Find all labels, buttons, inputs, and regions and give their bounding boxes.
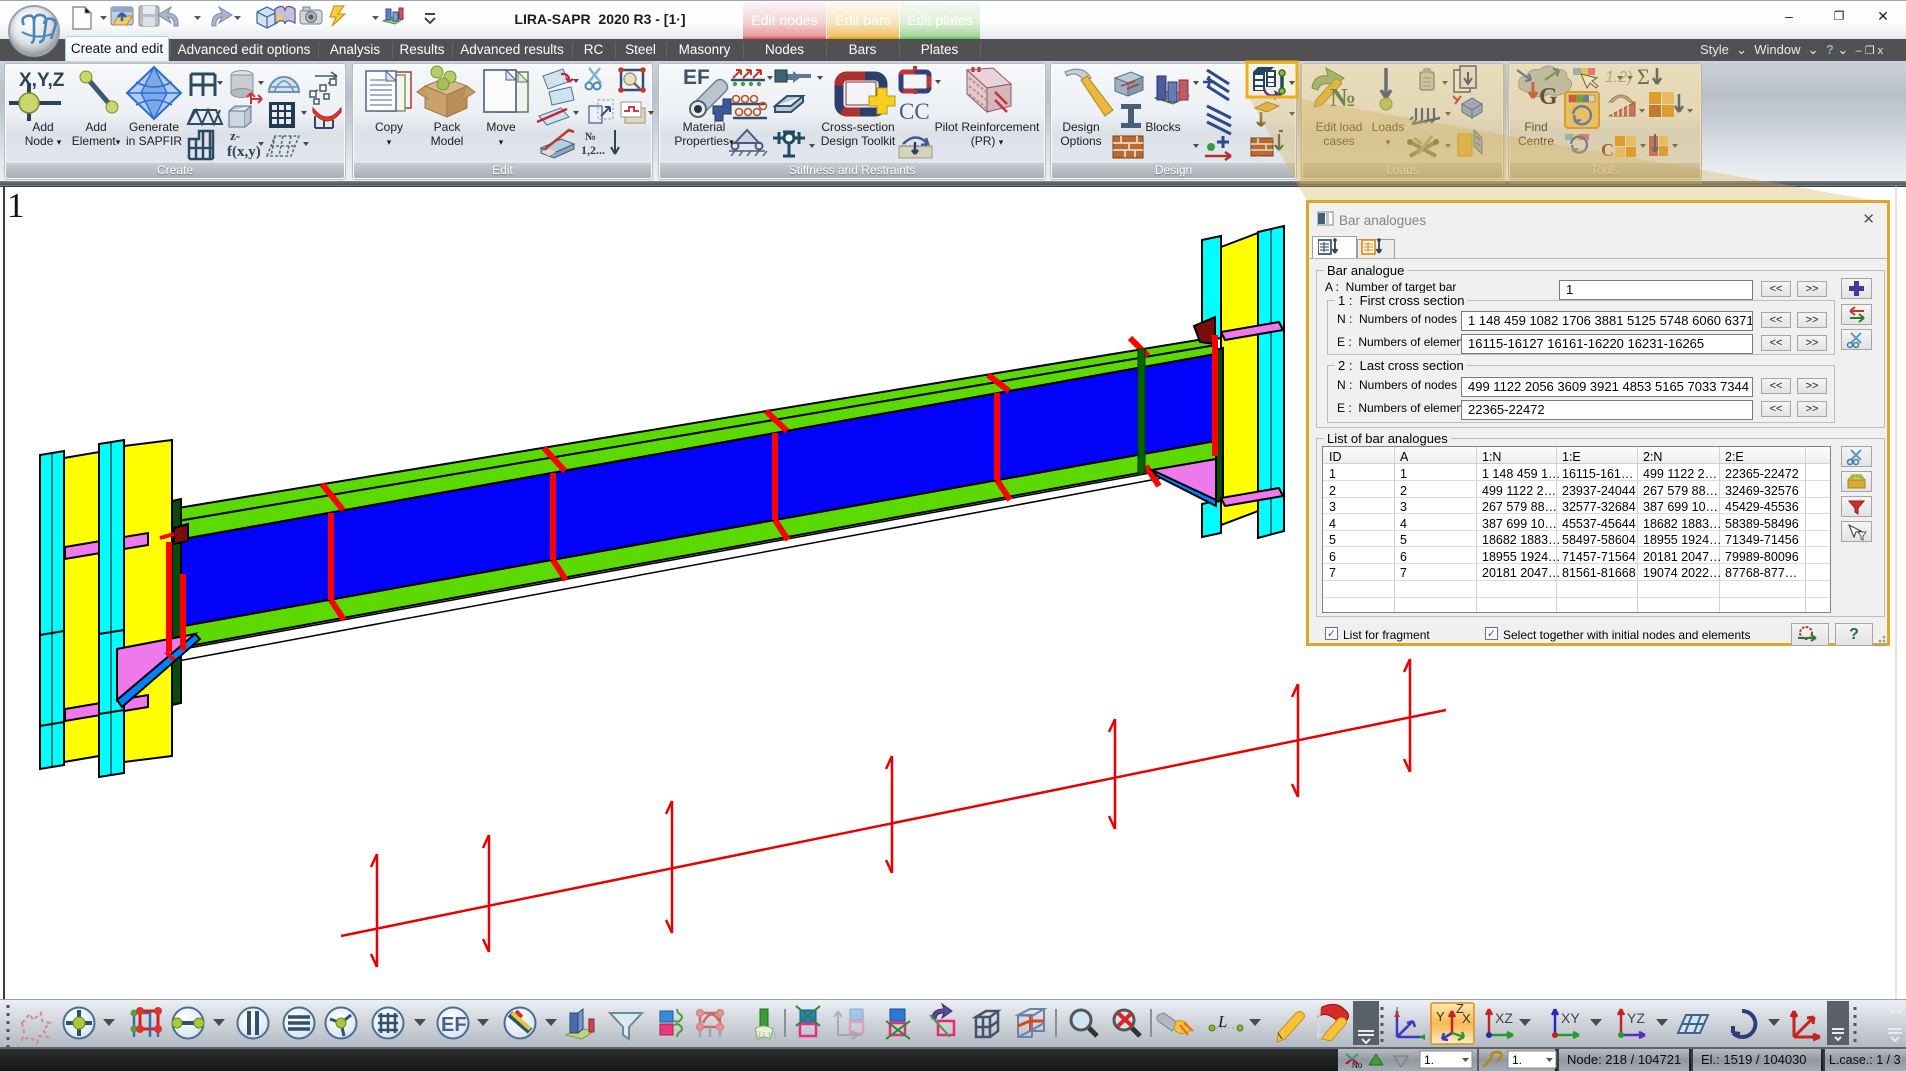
svg-text:X: X — [1462, 1011, 1471, 1026]
svg-text:No: No — [1352, 1061, 1363, 1070]
svg-text:C: C — [1601, 140, 1614, 160]
svg-text:1,2...: 1,2... — [581, 143, 605, 157]
svg-text:G: G — [1539, 84, 1558, 110]
svg-text:f(x,y): f(x,y) — [227, 144, 261, 160]
svg-text:1.: 1. — [1424, 1053, 1434, 1067]
svg-text:XZ: XZ — [1495, 1010, 1513, 1026]
svg-text:EF: EF — [441, 1014, 467, 1036]
svg-text:EF: EF — [683, 66, 710, 89]
svg-text:№: № — [585, 131, 596, 143]
svg-text:1.: 1. — [1512, 1053, 1522, 1067]
svg-text:XY: XY — [1561, 1010, 1580, 1026]
svg-text:№: № — [1330, 83, 1356, 112]
svg-text:CC: CC — [899, 99, 930, 124]
svg-text:Σ: Σ — [1637, 64, 1650, 89]
svg-text:Y: Y — [1436, 1009, 1445, 1024]
svg-text:z-: z- — [230, 128, 240, 143]
svg-text:YZ: YZ — [1627, 1010, 1645, 1026]
svg-text:X,Y,Z: X,Y,Z — [19, 70, 65, 91]
